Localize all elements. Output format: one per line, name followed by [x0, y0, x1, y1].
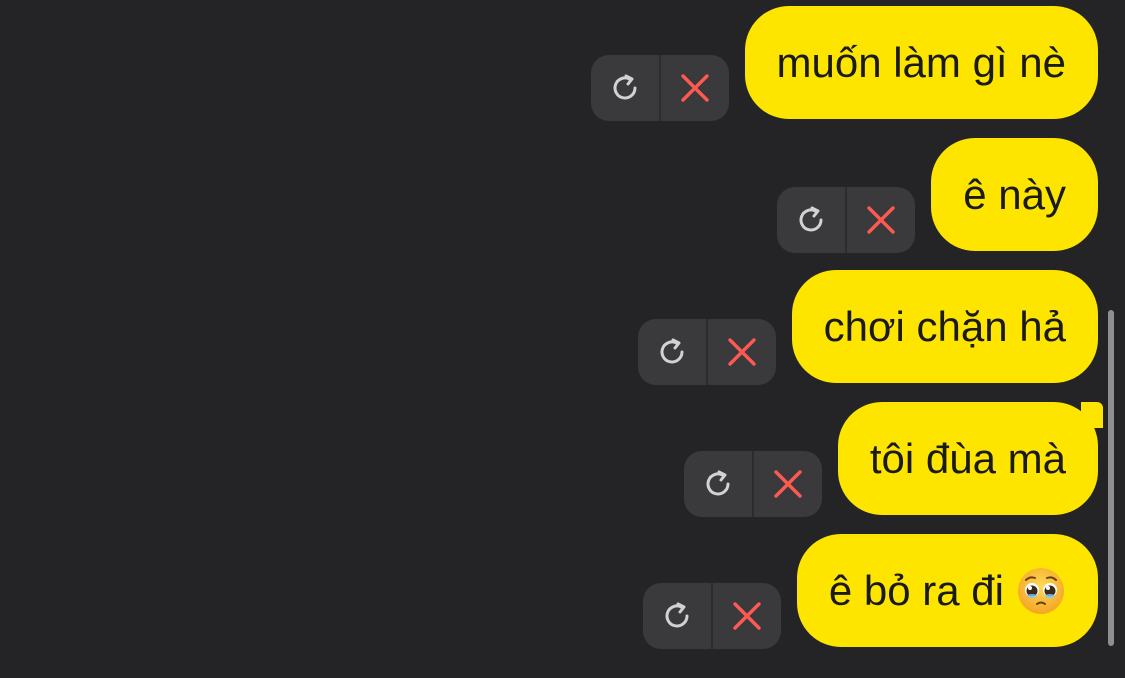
message-row: chơi chặn hả — [637, 270, 1098, 385]
pleading-face-emoji — [1018, 567, 1064, 614]
message-text: ê này — [963, 170, 1066, 218]
scrollbar[interactable] — [1108, 310, 1114, 646]
close-icon — [867, 206, 895, 234]
retry-send-button[interactable] — [684, 451, 752, 517]
retry-send-button[interactable] — [777, 187, 845, 253]
message-text: ê bỏ ra đi — [828, 566, 1004, 614]
failed-message-actions — [683, 451, 822, 517]
delete-message-button[interactable] — [845, 187, 915, 253]
retry-icon — [660, 338, 684, 364]
delete-message-button[interactable] — [751, 451, 822, 517]
close-icon — [733, 602, 761, 630]
retry-icon — [706, 470, 730, 496]
delete-message-button[interactable] — [705, 319, 776, 385]
retry-icon — [613, 74, 636, 100]
message-text: tôi đùa mà — [869, 434, 1066, 482]
failed-message-actions — [777, 187, 916, 253]
message-bubble[interactable]: muốn làm gì nè — [744, 6, 1098, 119]
retry-icon — [665, 602, 689, 628]
message-text: chơi chặn hả — [823, 302, 1066, 350]
retry-send-button[interactable] — [638, 319, 706, 385]
delete-message-button[interactable] — [658, 55, 729, 121]
message-bubble[interactable]: tôi đùa mà — [837, 402, 1098, 515]
retry-send-button[interactable] — [643, 583, 711, 649]
close-icon — [774, 470, 802, 498]
failed-message-actions — [637, 319, 776, 385]
message-row: muốn làm gì nè — [590, 6, 1098, 121]
failed-message-actions — [590, 55, 729, 121]
failed-message-actions — [642, 583, 781, 649]
close-icon — [727, 338, 756, 366]
delete-message-button[interactable] — [710, 583, 781, 649]
message-bubble[interactable]: ê bỏ ra đi — [796, 534, 1098, 647]
chat-area: muốn làm gì nè ê này chơi chặn hả tôi đù… — [0, 0, 1125, 678]
close-icon — [680, 74, 709, 102]
retry-send-button[interactable] — [591, 55, 659, 121]
retry-icon — [799, 206, 823, 232]
message-row: tôi đùa mà — [683, 402, 1098, 517]
message-row: ê này — [777, 138, 1098, 253]
message-bubble[interactable]: ê này — [931, 138, 1098, 251]
message-bubble[interactable]: chơi chặn hả — [791, 270, 1098, 383]
message-row: ê bỏ ra đi — [642, 534, 1098, 649]
message-text: muốn làm gì nè — [776, 38, 1067, 86]
